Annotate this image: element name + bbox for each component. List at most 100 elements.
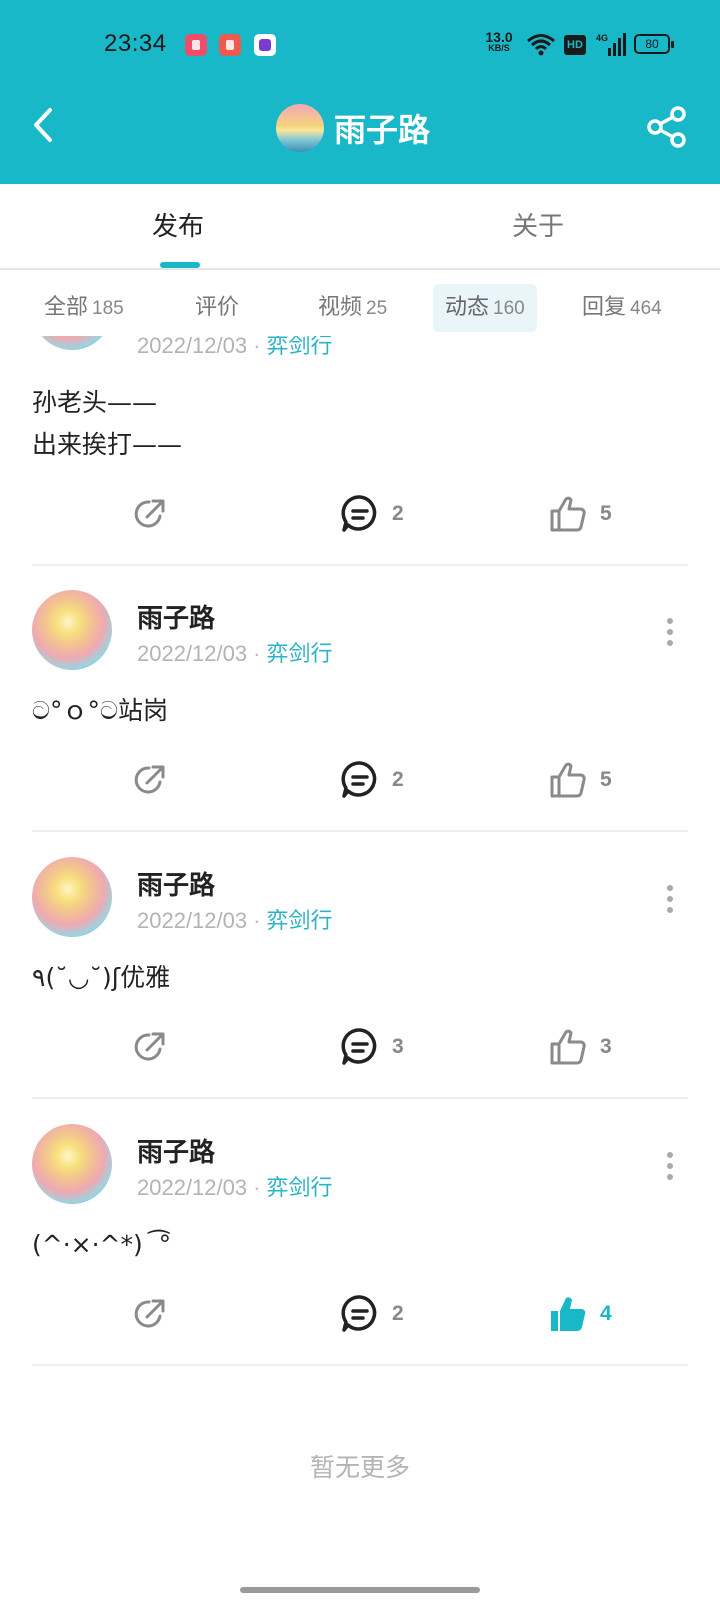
like-button[interactable]: 5 [548,758,612,802]
subtab-moments[interactable]: 动态 160 [433,284,537,332]
hd-badge: HD [564,35,586,55]
post-meta: 2022/12/03 · 弈剑行 [137,336,332,360]
more-options-button[interactable] [664,885,676,915]
subtab-count: 25 [366,298,388,319]
comment-icon [341,1295,377,1332]
tab-indicator [160,262,200,268]
post-meta: 2022/12/03 · 弈剑行 [137,1175,333,1201]
title-avatar [276,104,324,152]
post-tag[interactable]: 弈剑行 [266,1176,332,1201]
subtab-replies[interactable]: 回复 464 [570,284,674,332]
signal-icon: 4G [596,32,628,62]
subtab-label: 视频 [318,295,363,320]
post-meta: 2022/12/03 · 弈剑行 [137,908,333,934]
post-tag[interactable]: 弈剑行 [266,336,332,359]
avatar[interactable] [32,336,112,350]
post-author[interactable]: 雨子路 [137,598,215,635]
post-tag[interactable]: 弈剑行 [266,909,332,934]
home-indicator[interactable] [240,1587,480,1593]
post-divider [32,564,688,566]
subtab-label: 全部 [44,295,89,320]
thumbs-up-icon [550,762,586,798]
back-button[interactable] [24,100,64,150]
page-title: 雨子路 [334,111,431,149]
thumbs-up-filled-icon [551,1297,586,1331]
net-speed-value: 13.0 [485,29,513,45]
repost-button[interactable] [132,1025,168,1069]
tab-publish[interactable]: 发布 [152,206,204,243]
comment-button[interactable]: 2 [340,1292,404,1336]
avatar[interactable] [32,590,112,670]
thumbs-up-icon [550,1029,586,1065]
avatar[interactable] [32,1124,112,1204]
post-author[interactable]: 雨子路 [137,1132,215,1169]
comment-count: 2 [392,1302,404,1325]
like-button[interactable]: 4 [548,1292,612,1336]
more-options-button[interactable] [664,618,676,648]
tab-about[interactable]: 关于 [512,206,564,243]
like-count: 5 [600,502,612,525]
share-arrow-icon [134,765,165,794]
share-icon [647,106,686,148]
like-count: 5 [600,768,612,791]
comment-icon [341,761,377,798]
comment-count: 2 [392,768,404,791]
net-speed: 13.0 KB/S [482,30,516,53]
post-divider [32,830,688,832]
subtab-reviews[interactable]: 评价 [183,284,251,332]
page-title-group: 雨子路 [276,104,430,152]
post-content: (^·×·^*) ͡° [32,1230,172,1259]
subtab-count: 160 [493,298,525,319]
post-date: 2022/12/03 [137,1175,248,1200]
thumbs-up-icon [550,496,586,532]
chevron-left-icon [34,108,52,142]
post-author[interactable]: 雨子路 [137,865,215,902]
comment-count: 3 [392,1035,404,1058]
no-more-text: 暂无更多 [309,1453,410,1482]
post-content: ٩(˘◡˘)ʃ优雅 [32,963,171,992]
like-button[interactable]: 5 [548,492,612,536]
share-arrow-icon [134,499,165,528]
post-divider [32,1097,688,1099]
post-actions: 2 5 [0,758,720,808]
comment-icon [341,1028,377,1065]
repost-button[interactable] [132,758,168,802]
comment-button[interactable]: 3 [340,1025,404,1069]
repost-button[interactable] [132,492,168,536]
like-button[interactable]: 3 [548,1025,612,1069]
post-content: 孙老头—— 出来挨打—— [32,388,183,459]
subtab-videos[interactable]: 视频 25 [306,284,399,332]
post-meta: 2022/12/03 · 弈剑行 [137,641,333,667]
repost-button[interactable] [132,1292,168,1336]
net-speed-unit: KB/S [488,43,510,53]
post-divider [32,1364,688,1366]
music-app-icon [219,34,241,56]
post-tag[interactable]: 弈剑行 [266,642,332,667]
avatar[interactable] [32,857,112,937]
status-bar: 23:34 13.0 KB/S HD 4G 80 [0,22,720,66]
post-actions: 2 5 [0,492,720,542]
post-date: 2022/12/03 [137,908,248,933]
wifi-icon [526,32,556,62]
status-time: 23:34 [104,30,167,57]
subtab-label: 回复 [582,295,627,320]
more-options-button[interactable] [664,1152,676,1182]
subtab-all[interactable]: 全部 185 [32,284,136,332]
post-feed[interactable]: 2022/12/03 · 弈剑行 孙老头—— 出来挨打—— 2 5 雨子路 20… [0,336,720,1600]
share-arrow-icon [134,1299,165,1328]
share-button[interactable] [645,105,689,149]
like-count: 4 [600,1302,612,1325]
post-content: ට°ｏ°ට站岗 [32,696,168,725]
subtab-count: 185 [92,298,124,319]
post-actions: 3 3 [0,1025,720,1075]
subtab-label: 动态 [445,295,490,320]
share-arrow-icon [134,1032,165,1061]
comment-button[interactable]: 2 [340,758,404,802]
subtab-count: 464 [630,298,662,319]
comment-icon [341,495,377,532]
battery-indicator: 80 [634,34,674,54]
post-date: 2022/12/03 [137,336,248,358]
notification-app-icon [254,34,276,56]
sub-tabs: 全部 185 评价 视频 25 动态 160 回复 464 [0,284,720,336]
comment-button[interactable]: 2 [340,492,404,536]
